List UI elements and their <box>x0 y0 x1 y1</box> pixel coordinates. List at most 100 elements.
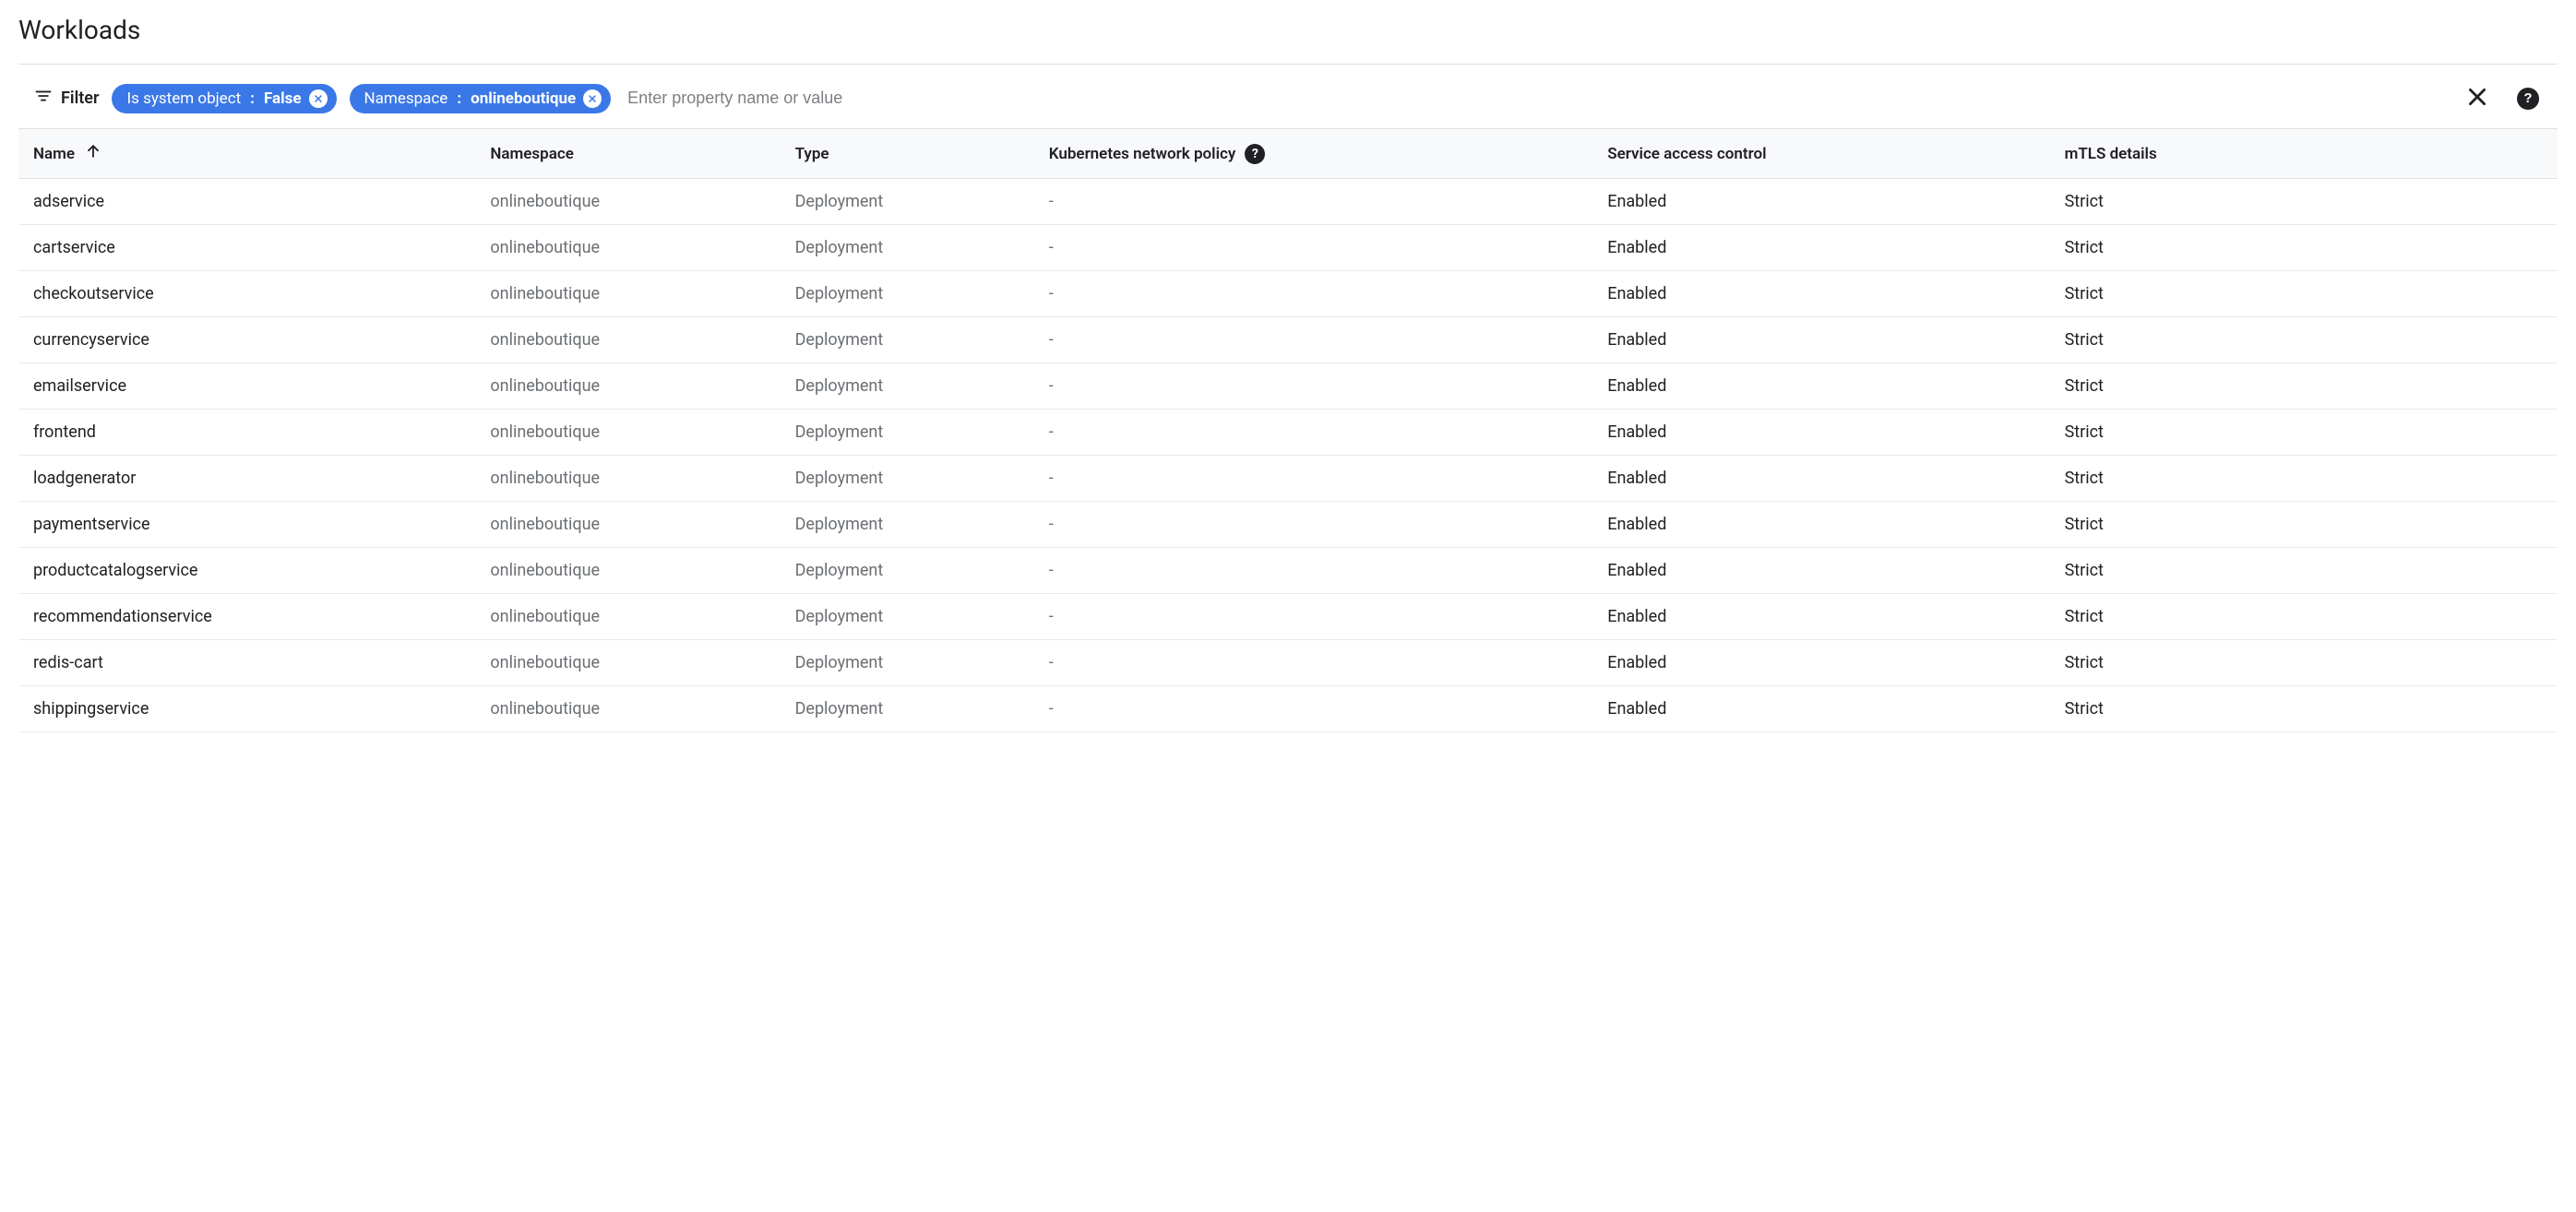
cell-type: Deployment <box>781 640 1034 686</box>
filter-chip[interactable]: Namespace:onlineboutique <box>350 84 612 113</box>
cell-network-policy: - <box>1034 225 1592 271</box>
column-header-network-policy-label: Kubernetes network policy <box>1049 145 1236 163</box>
cell-service-access: Enabled <box>1592 271 2049 317</box>
cell-mtls: Strict <box>2050 502 2558 548</box>
cell-namespace: onlineboutique <box>475 317 780 363</box>
cell-service-access: Enabled <box>1592 410 2049 456</box>
cell-namespace: onlineboutique <box>475 225 780 271</box>
cell-service-access: Enabled <box>1592 640 2049 686</box>
chip-remove-icon[interactable] <box>583 89 602 108</box>
help-button[interactable]: ? <box>2513 84 2543 113</box>
cell-mtls: Strict <box>2050 594 2558 640</box>
column-header-service-access-label: Service access control <box>1607 145 1766 163</box>
table-row[interactable]: currencyserviceonlineboutiqueDeployment-… <box>18 317 2558 363</box>
table-row[interactable]: redis-cartonlineboutiqueDeployment-Enabl… <box>18 640 2558 686</box>
cell-type: Deployment <box>781 363 1034 410</box>
column-header-network-policy[interactable]: Kubernetes network policy ? <box>1034 129 1592 179</box>
cell-type: Deployment <box>781 456 1034 502</box>
cell-network-policy: - <box>1034 456 1592 502</box>
cell-mtls: Strict <box>2050 179 2558 225</box>
help-icon[interactable]: ? <box>1245 144 1265 164</box>
cell-namespace: onlineboutique <box>475 548 780 594</box>
filter-chip-value: False <box>264 89 302 108</box>
table-row[interactable]: shippingserviceonlineboutiqueDeployment-… <box>18 686 2558 732</box>
cell-network-policy: - <box>1034 271 1592 317</box>
cell-service-access: Enabled <box>1592 225 2049 271</box>
cell-type: Deployment <box>781 317 1034 363</box>
cell-type: Deployment <box>781 548 1034 594</box>
cell-network-policy: - <box>1034 594 1592 640</box>
filter-chip-key: Is system object <box>126 89 241 108</box>
filter-input[interactable] <box>624 83 2449 113</box>
filter-label: Filter <box>61 89 99 108</box>
filter-chip-key: Namespace <box>364 89 448 108</box>
cell-name: emailservice <box>18 363 475 410</box>
table-row[interactable]: cartserviceonlineboutiqueDeployment-Enab… <box>18 225 2558 271</box>
cell-namespace: onlineboutique <box>475 456 780 502</box>
cell-type: Deployment <box>781 225 1034 271</box>
cell-network-policy: - <box>1034 363 1592 410</box>
cell-namespace: onlineboutique <box>475 363 780 410</box>
cell-service-access: Enabled <box>1592 594 2049 640</box>
column-header-name-label: Name <box>33 145 75 163</box>
cell-namespace: onlineboutique <box>475 686 780 732</box>
cell-service-access: Enabled <box>1592 502 2049 548</box>
table-row[interactable]: paymentserviceonlineboutiqueDeployment-E… <box>18 502 2558 548</box>
cell-name: paymentservice <box>18 502 475 548</box>
chip-remove-icon[interactable] <box>309 89 328 108</box>
cell-mtls: Strict <box>2050 271 2558 317</box>
filter-chip[interactable]: Is system object: False <box>112 84 336 113</box>
table-row[interactable]: checkoutserviceonlineboutiqueDeployment-… <box>18 271 2558 317</box>
cell-type: Deployment <box>781 594 1034 640</box>
cell-name: redis-cart <box>18 640 475 686</box>
cell-namespace: onlineboutique <box>475 410 780 456</box>
column-header-service-access[interactable]: Service access control <box>1592 129 2049 179</box>
filter-chips: Is system object: False Namespace:onlinebo… <box>112 84 611 113</box>
cell-mtls: Strict <box>2050 640 2558 686</box>
cell-type: Deployment <box>781 410 1034 456</box>
cell-name: shippingservice <box>18 686 475 732</box>
cell-network-policy: - <box>1034 640 1592 686</box>
cell-namespace: onlineboutique <box>475 640 780 686</box>
table-row[interactable]: emailserviceonlineboutiqueDeployment-Ena… <box>18 363 2558 410</box>
table-row[interactable]: frontendonlineboutiqueDeployment-Enabled… <box>18 410 2558 456</box>
cell-namespace: onlineboutique <box>475 502 780 548</box>
column-header-type[interactable]: Type <box>781 129 1034 179</box>
clear-filters-button[interactable] <box>2462 81 2493 115</box>
cell-namespace: onlineboutique <box>475 594 780 640</box>
cell-mtls: Strict <box>2050 548 2558 594</box>
filter-actions: ? <box>2462 81 2543 115</box>
cell-type: Deployment <box>781 686 1034 732</box>
column-header-mtls[interactable]: mTLS details <box>2050 129 2558 179</box>
cell-name: recommendationservice <box>18 594 475 640</box>
cell-name: checkoutservice <box>18 271 475 317</box>
cell-name: productcatalogservice <box>18 548 475 594</box>
column-header-namespace-label: Namespace <box>490 145 574 163</box>
cell-service-access: Enabled <box>1592 363 2049 410</box>
cell-mtls: Strict <box>2050 410 2558 456</box>
table-row[interactable]: loadgeneratoronlineboutiqueDeployment-En… <box>18 456 2558 502</box>
filter-chip-separator: : <box>250 89 255 108</box>
cell-network-policy: - <box>1034 179 1592 225</box>
column-header-mtls-label: mTLS details <box>2065 145 2157 163</box>
cell-service-access: Enabled <box>1592 179 2049 225</box>
cell-name: adservice <box>18 179 475 225</box>
cell-type: Deployment <box>781 179 1034 225</box>
cell-network-policy: - <box>1034 686 1592 732</box>
filter-chip-separator: : <box>457 89 461 108</box>
column-header-namespace[interactable]: Namespace <box>475 129 780 179</box>
filter-button[interactable]: Filter <box>33 86 99 111</box>
column-header-name[interactable]: Name <box>18 129 475 179</box>
cell-namespace: onlineboutique <box>475 179 780 225</box>
table-row[interactable]: adserviceonlineboutiqueDeployment-Enable… <box>18 179 2558 225</box>
cell-network-policy: - <box>1034 502 1592 548</box>
content-card: Filter Is system object:FalseNamespace:o… <box>18 64 2558 732</box>
help-icon: ? <box>2517 88 2539 110</box>
table-row[interactable]: productcatalogserviceonlineboutiqueDeplo… <box>18 548 2558 594</box>
cell-type: Deployment <box>781 271 1034 317</box>
cell-mtls: Strict <box>2050 363 2558 410</box>
cell-name: loadgenerator <box>18 456 475 502</box>
cell-mtls: Strict <box>2050 456 2558 502</box>
table-row[interactable]: recommendationserviceonlineboutiqueDeplo… <box>18 594 2558 640</box>
cell-mtls: Strict <box>2050 225 2558 271</box>
